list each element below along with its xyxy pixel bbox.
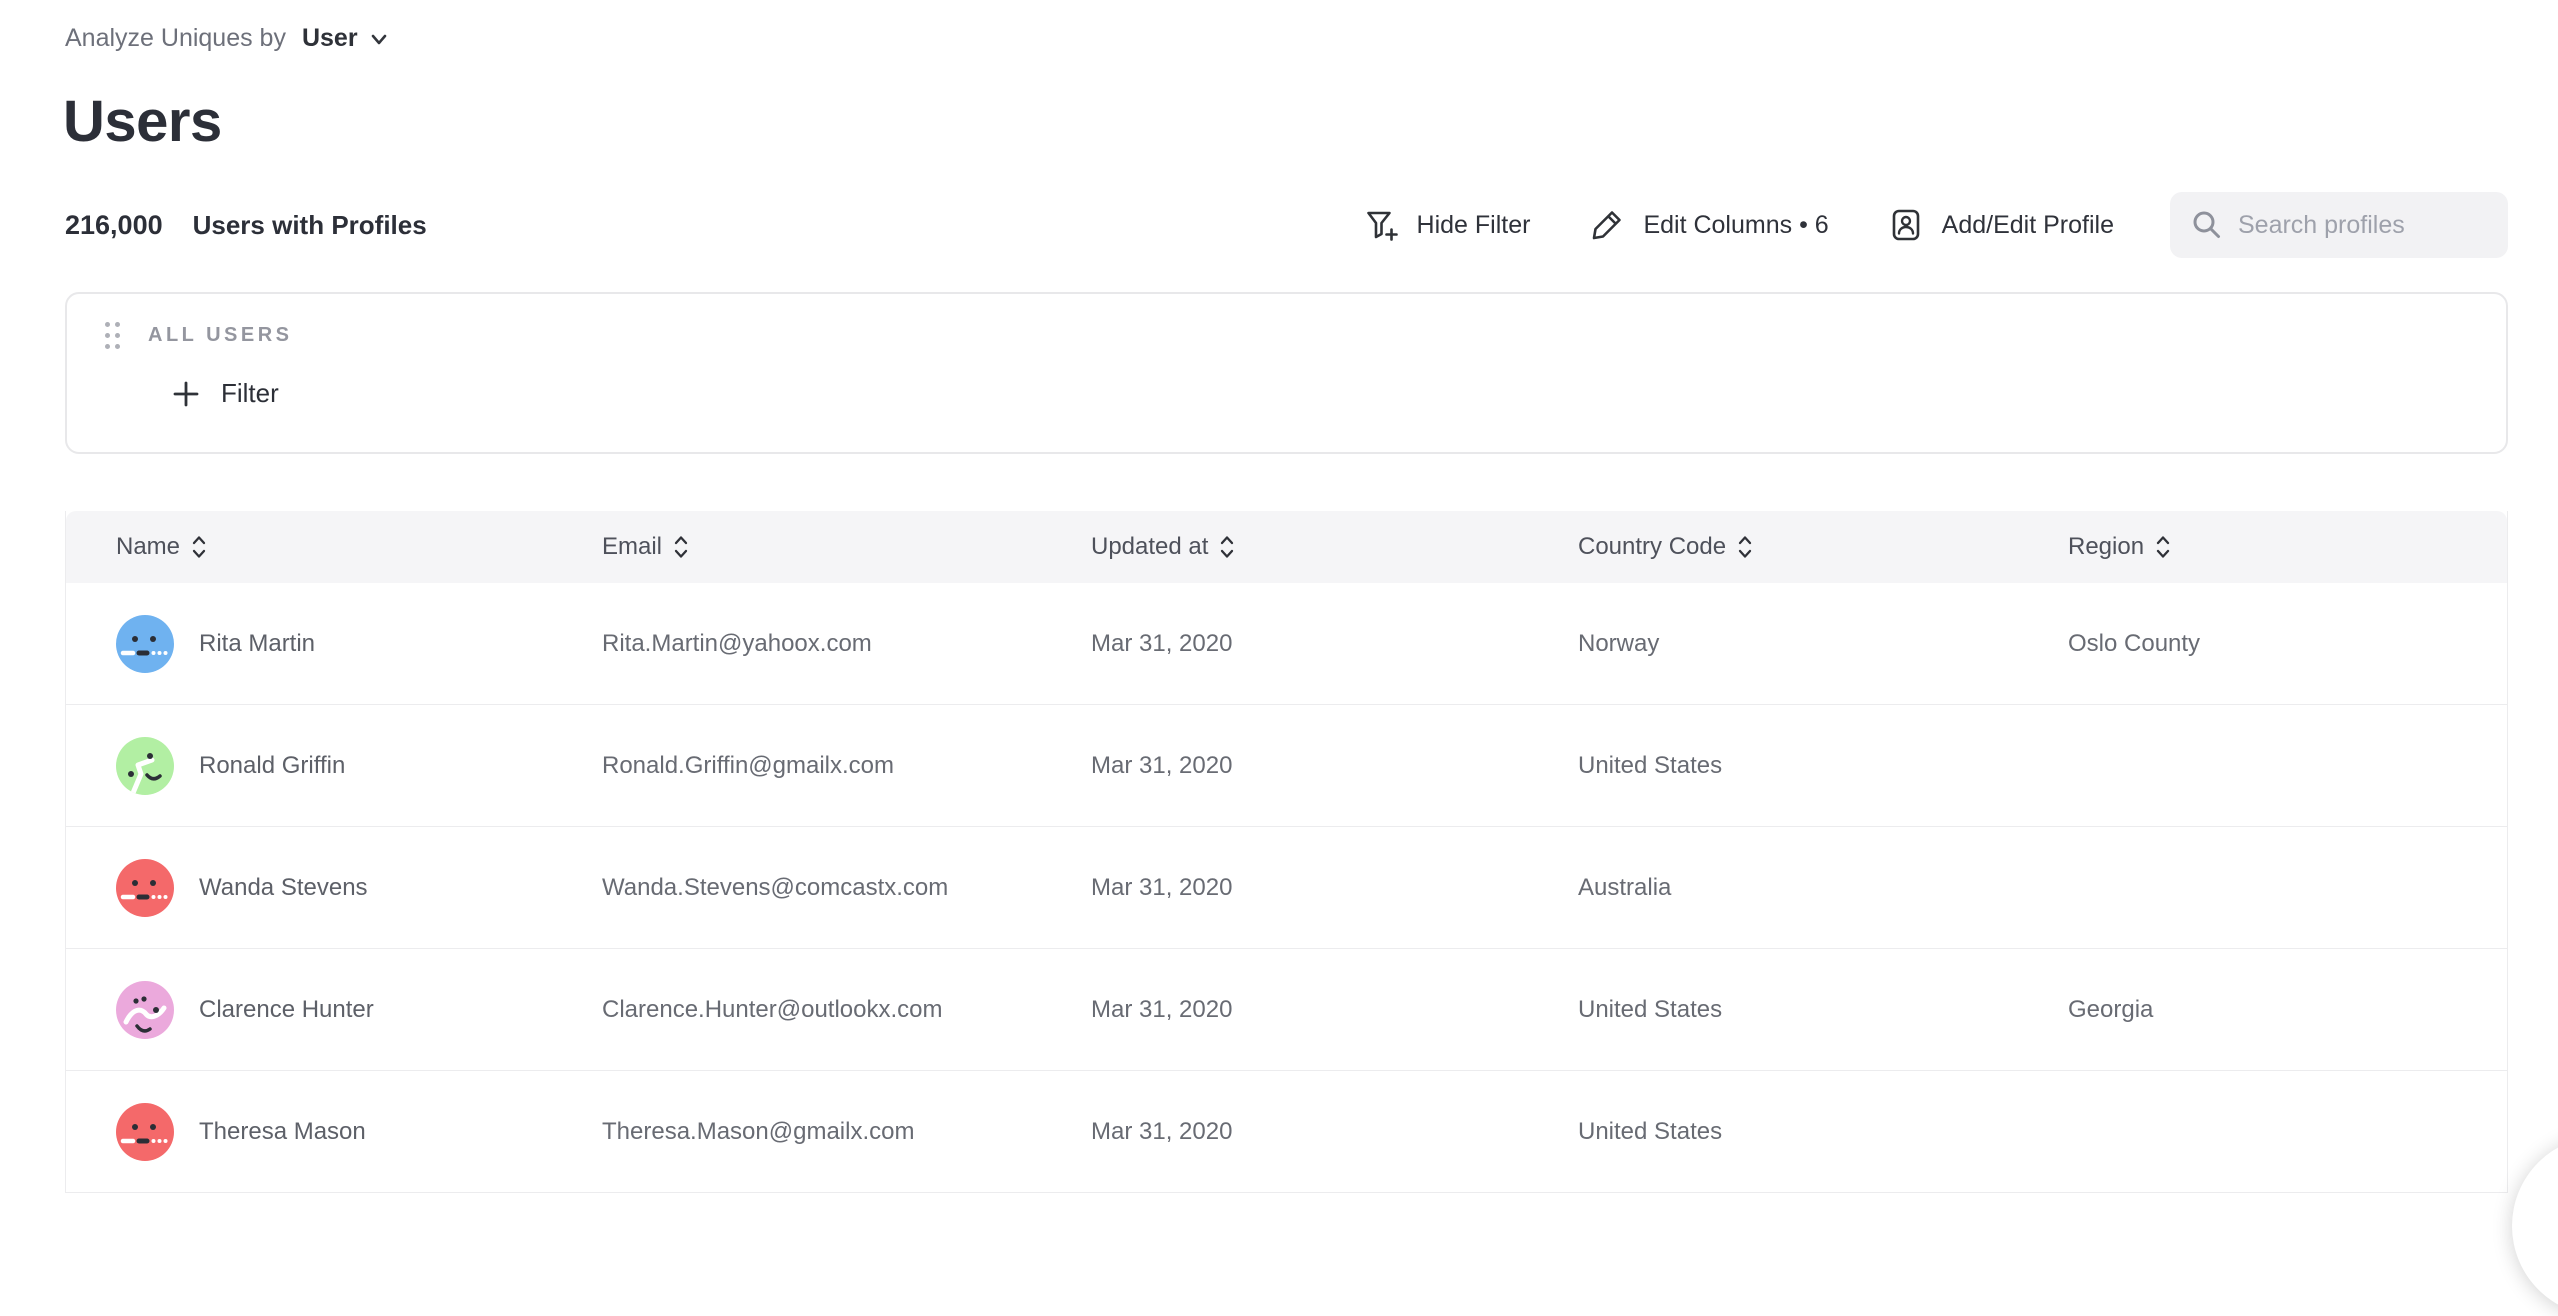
- users-table: Name Email Updated at Country Code: [65, 511, 2508, 1193]
- chevron-down-icon: [368, 28, 390, 50]
- table-body: Rita Martin Rita.Martin@yahoox.com Mar 3…: [66, 583, 2507, 1193]
- analyze-by-selector[interactable]: User: [302, 24, 390, 53]
- filter-panel: ALL USERS Filter: [65, 292, 2508, 454]
- user-name: Ronald Griffin: [199, 752, 345, 780]
- table-row[interactable]: Rita Martin Rita.Martin@yahoox.com Mar 3…: [66, 583, 2507, 705]
- user-region: Oslo County: [2068, 630, 2507, 658]
- user-country: United States: [1578, 1118, 2068, 1146]
- add-edit-profile-label: Add/Edit Profile: [1942, 211, 2114, 240]
- search-input[interactable]: [2238, 211, 2492, 240]
- search-icon: [2190, 208, 2224, 242]
- funnel-plus-icon: [1362, 206, 1400, 244]
- user-avatar: [116, 1103, 174, 1161]
- user-name-cell: Rita Martin: [116, 615, 602, 673]
- user-email: Theresa.Mason@gmailx.com: [602, 1118, 1091, 1146]
- user-email: Rita.Martin@yahoox.com: [602, 630, 1091, 658]
- user-avatar: [116, 615, 174, 673]
- hide-filter-label: Hide Filter: [1417, 211, 1531, 240]
- analyze-uniques-label: Analyze Uniques by: [65, 24, 286, 53]
- column-header[interactable]: Name: [116, 533, 602, 561]
- user-name: Clarence Hunter: [199, 996, 374, 1024]
- user-name-cell: Wanda Stevens: [116, 859, 602, 917]
- edit-columns-button[interactable]: Edit Columns • 6: [1588, 206, 1828, 244]
- user-country: United States: [1578, 996, 2068, 1024]
- hide-filter-button[interactable]: Hide Filter: [1362, 206, 1531, 244]
- filter-group-label: ALL USERS: [148, 324, 292, 347]
- page-title: Users: [63, 88, 222, 155]
- user-name: Wanda Stevens: [199, 874, 368, 902]
- user-updated-at: Mar 31, 2020: [1091, 874, 1578, 902]
- profiles-count-label: Users with Profiles: [193, 210, 427, 241]
- table-row[interactable]: Ronald Griffin Ronald.Griffin@gmailx.com…: [66, 705, 2507, 827]
- user-updated-at: Mar 31, 2020: [1091, 1118, 1578, 1146]
- sort-icon[interactable]: [1736, 533, 1754, 561]
- user-country: United States: [1578, 752, 2068, 780]
- add-filter-button[interactable]: Filter: [171, 378, 279, 409]
- user-updated-at: Mar 31, 2020: [1091, 996, 1578, 1024]
- user-email: Ronald.Griffin@gmailx.com: [602, 752, 1091, 780]
- user-country: Australia: [1578, 874, 2068, 902]
- add-filter-label: Filter: [221, 378, 279, 409]
- profile-badge-icon: [1887, 206, 1925, 244]
- sort-icon[interactable]: [190, 533, 208, 561]
- user-name-cell: Theresa Mason: [116, 1103, 602, 1161]
- profiles-count-row: 216,000 Users with Profiles: [65, 210, 427, 241]
- plus-icon: [171, 379, 201, 409]
- user-avatar: [116, 981, 174, 1039]
- user-region: Georgia: [2068, 996, 2507, 1024]
- sort-icon[interactable]: [2154, 533, 2172, 561]
- filter-group-row: ALL USERS: [105, 322, 292, 349]
- user-email: Wanda.Stevens@comcastx.com: [602, 874, 1091, 902]
- analyze-by-value: User: [302, 24, 358, 53]
- profiles-count: 216,000: [65, 210, 163, 241]
- table-row[interactable]: Theresa Mason Theresa.Mason@gmailx.com M…: [66, 1071, 2507, 1193]
- user-country: Norway: [1578, 630, 2068, 658]
- search-box[interactable]: [2170, 192, 2508, 258]
- user-name: Theresa Mason: [199, 1118, 366, 1146]
- user-avatar: [116, 737, 174, 795]
- table-row[interactable]: Clarence Hunter Clarence.Hunter@outlookx…: [66, 949, 2507, 1071]
- column-header[interactable]: Country Code: [1578, 533, 2068, 561]
- column-header[interactable]: Region: [2068, 533, 2507, 561]
- column-header[interactable]: Email: [602, 533, 1091, 561]
- user-updated-at: Mar 31, 2020: [1091, 752, 1578, 780]
- add-edit-profile-button[interactable]: Add/Edit Profile: [1887, 206, 2114, 244]
- drag-handle-icon[interactable]: [105, 322, 120, 349]
- column-header[interactable]: Updated at: [1091, 533, 1578, 561]
- user-updated-at: Mar 31, 2020: [1091, 630, 1578, 658]
- table-header-row: Name Email Updated at Country Code: [66, 511, 2507, 583]
- pencil-icon: [1588, 206, 1626, 244]
- table-row[interactable]: Wanda Stevens Wanda.Stevens@comcastx.com…: [66, 827, 2507, 949]
- analyze-uniques-row: Analyze Uniques by User: [65, 24, 390, 53]
- user-name-cell: Ronald Griffin: [116, 737, 602, 795]
- user-email: Clarence.Hunter@outlookx.com: [602, 996, 1091, 1024]
- toolbar: Hide Filter Edit Columns • 6 Add/Edit Pr…: [1362, 192, 2508, 258]
- help-chat-fab[interactable]: [2512, 1136, 2558, 1316]
- user-name-cell: Clarence Hunter: [116, 981, 602, 1039]
- user-name: Rita Martin: [199, 630, 315, 658]
- edit-columns-label: Edit Columns • 6: [1643, 211, 1828, 240]
- user-avatar: [116, 859, 174, 917]
- sort-icon[interactable]: [672, 533, 690, 561]
- sort-icon[interactable]: [1218, 533, 1236, 561]
